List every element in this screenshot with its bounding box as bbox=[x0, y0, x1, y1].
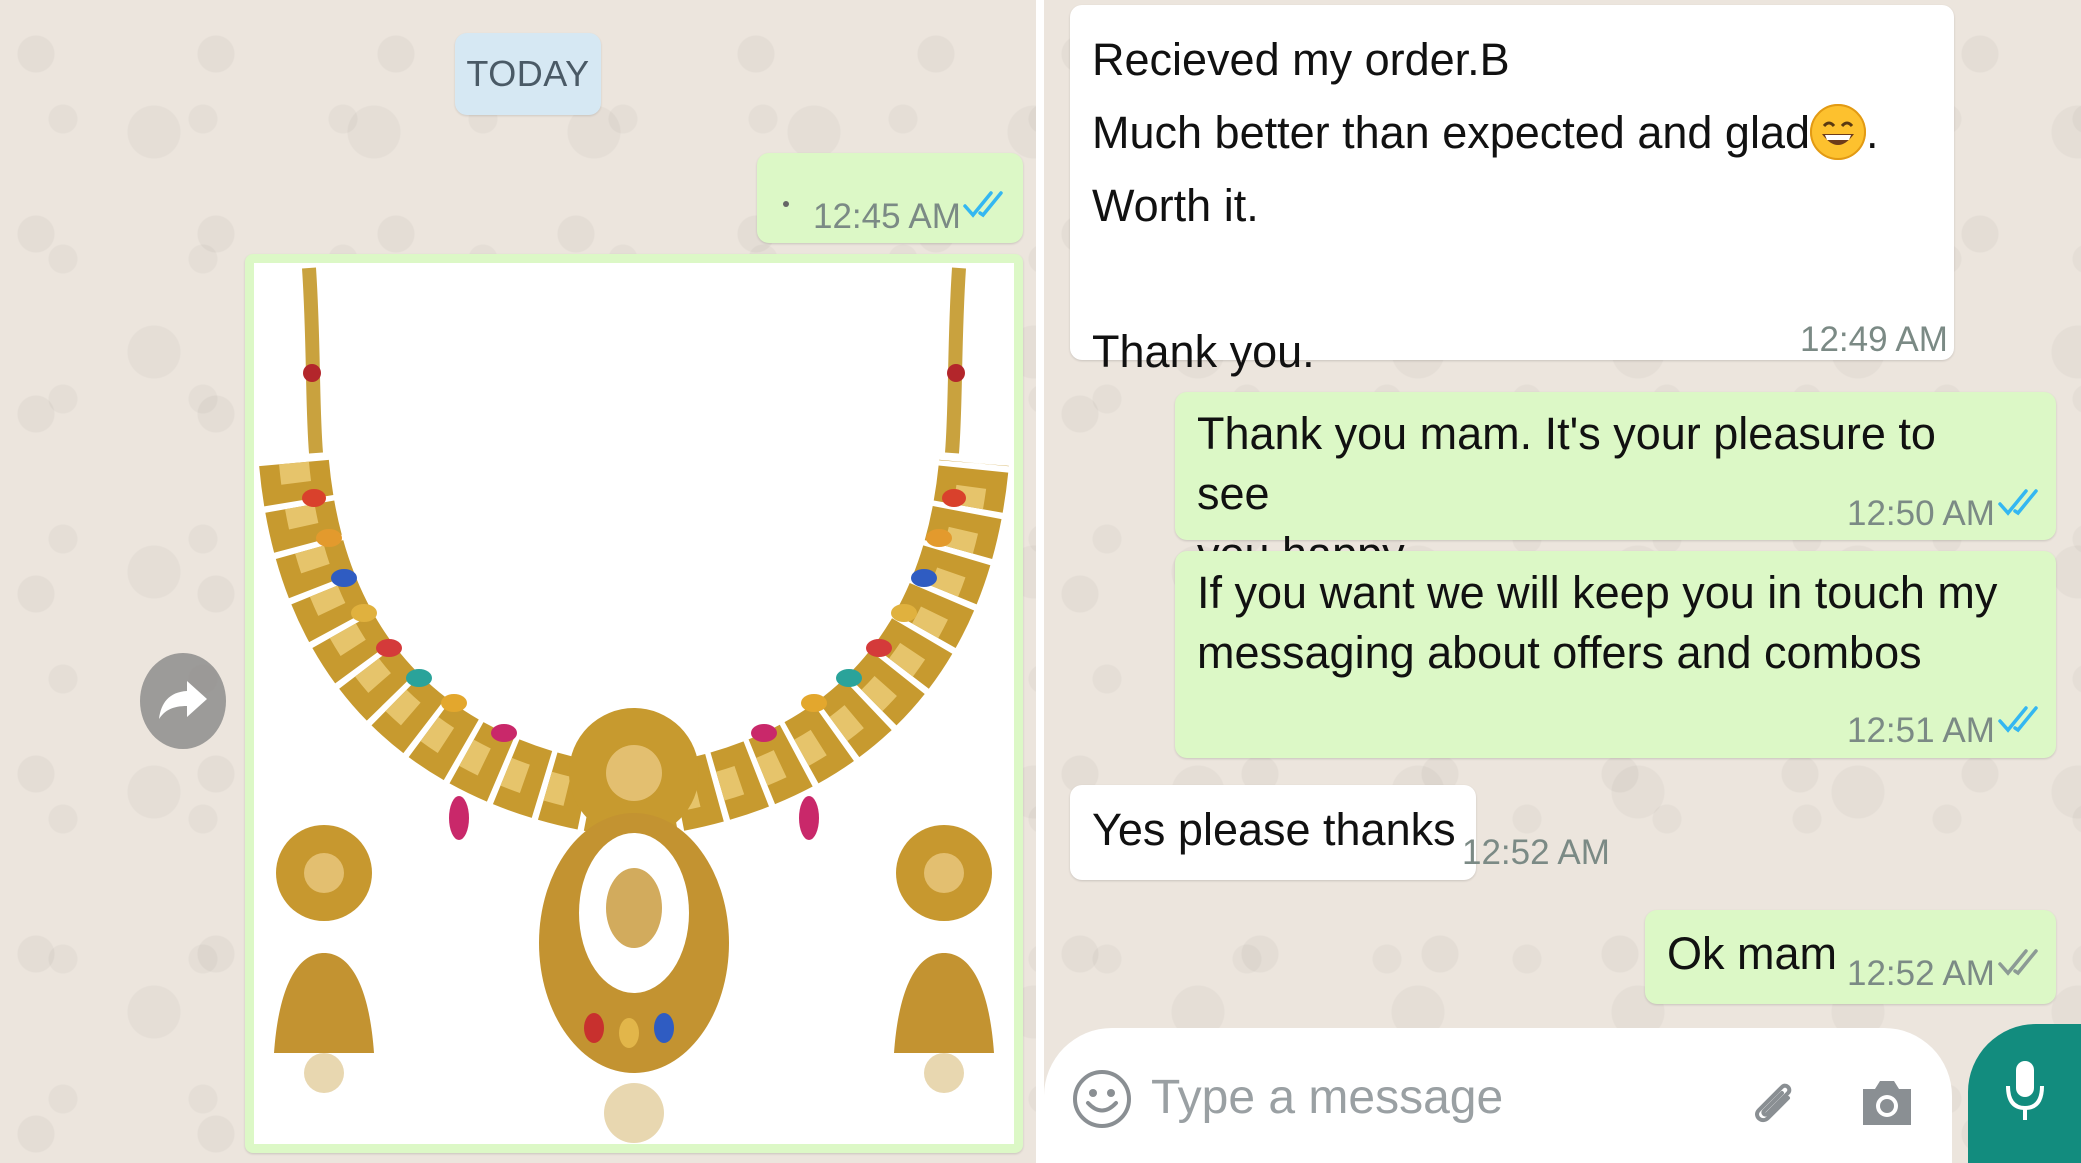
camera-icon[interactable] bbox=[1859, 1075, 1915, 1129]
message-line: Recieved my order.B bbox=[1092, 34, 1510, 85]
message-line: If you want we will keep you in touch my bbox=[1197, 567, 1998, 618]
outgoing-message-bubble[interactable]: Ok mam 12:52 AM bbox=[1645, 910, 2056, 1004]
message-text: . bbox=[1866, 107, 1879, 158]
forward-button[interactable] bbox=[140, 653, 226, 749]
paperclip-icon[interactable] bbox=[1744, 1072, 1804, 1132]
message-time: 12:49 AM bbox=[1800, 320, 1948, 359]
necklace-image[interactable] bbox=[254, 263, 1014, 1144]
microphone-icon bbox=[2003, 1058, 2047, 1129]
incoming-message-bubble[interactable]: Yes please thanks 12:52 AM bbox=[1070, 785, 1610, 880]
message-time: 12:51 AM bbox=[1847, 711, 1995, 750]
message-time: 12:52 AM bbox=[1462, 833, 1610, 872]
message-input[interactable]: Type a message bbox=[1151, 1070, 1503, 1125]
message-dot bbox=[783, 201, 789, 207]
date-chip: TODAY bbox=[455, 33, 601, 115]
outgoing-message-bubble[interactable]: 12:45 AM bbox=[757, 153, 1023, 243]
message-line: messaging about offers and combos bbox=[1197, 627, 1922, 678]
double-check-icon bbox=[1997, 704, 2045, 734]
smiley-icon[interactable] bbox=[1071, 1068, 1133, 1130]
forward-arrow-icon bbox=[157, 677, 209, 726]
left-chat-panel: TODAY 12:45 AM bbox=[0, 0, 1036, 1163]
outgoing-message-bubble[interactable]: Thank you mam. It's your pleasure to see… bbox=[1175, 392, 2056, 579]
message-time: 12:50 AM bbox=[1847, 494, 1995, 533]
grinning-face-emoji-icon bbox=[1810, 104, 1867, 161]
message-time: 12:52 AM bbox=[1847, 954, 1995, 993]
message-time: 12:45 AM bbox=[813, 197, 961, 236]
incoming-message-bubble[interactable]: Recieved my order.B Much better than exp… bbox=[1070, 5, 1954, 377]
message-text: Much better than expected and glad bbox=[1092, 107, 1811, 158]
double-check-icon bbox=[1997, 487, 2045, 517]
right-chat-panel: Recieved my order.B Much better than exp… bbox=[1044, 0, 2081, 1163]
outgoing-message-bubble[interactable]: If you want we will keep you in touch my… bbox=[1175, 551, 2056, 758]
double-check-icon bbox=[1997, 947, 2045, 977]
message-composer[interactable]: Type a message bbox=[1044, 1028, 1952, 1163]
message-line bbox=[1092, 242, 1932, 315]
double-check-icon bbox=[962, 189, 1010, 219]
image-message-bubble[interactable] bbox=[245, 254, 1023, 1153]
message-line-with-emoji: Much better than expected and glad. bbox=[1092, 96, 1932, 169]
message-line: Worth it. bbox=[1092, 180, 1259, 231]
